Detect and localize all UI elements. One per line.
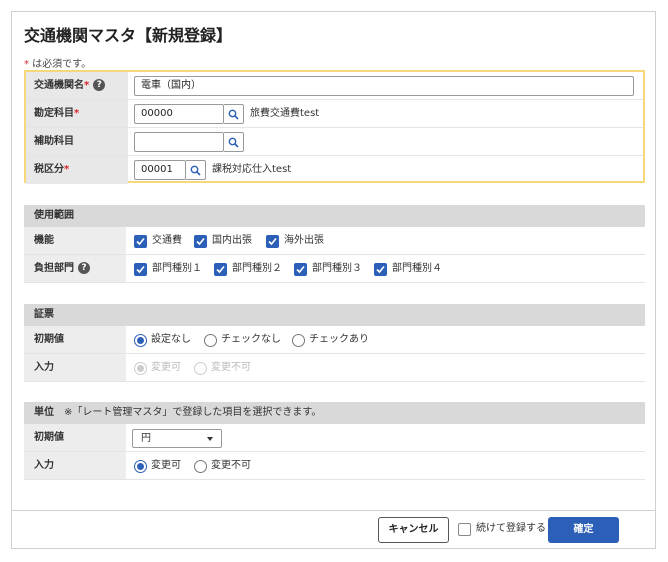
check-icon	[216, 265, 225, 273]
master-dialog: 交通機関マスタ【新規登録】 * は必須です。 交通機関名*? 電車（国内） 勘定…	[11, 11, 656, 549]
unit-select[interactable]: 円	[132, 429, 222, 448]
unit-section: 単位 ※「レート管理マスタ」で登録した項目を選択できます。 初期値 円 入力 変更…	[24, 402, 645, 482]
page-title: 交通機関マスタ【新規登録】	[24, 26, 233, 45]
unit-initial-label: 初期値	[24, 424, 126, 451]
confirm-button[interactable]: 確定	[548, 517, 619, 543]
check-icon	[196, 237, 205, 245]
usage-heading: 使用範囲	[24, 205, 645, 227]
voucher-heading: 証票	[24, 304, 645, 326]
tax-row: 税区分* 00001 課税対応仕入test	[26, 156, 643, 184]
department-label: 負担部門?	[24, 255, 126, 282]
unit-input-radio-1[interactable]: 変更可	[134, 459, 181, 473]
department-checkbox-4[interactable]: 部門種別４	[374, 262, 442, 276]
voucher-initial-radio-2[interactable]: チェックなし	[204, 333, 281, 347]
unit-input-row: 入力 変更可 変更不可	[24, 452, 645, 480]
tax-code-input[interactable]: 00001	[134, 160, 186, 180]
unit-initial-row: 初期値 円	[24, 424, 645, 452]
sub-account-label: 補助科目	[26, 128, 128, 155]
usage-section: 使用範囲 機能 交通費 国内出張 海外出張 負担部門? 部門種別１ 部門種別２ …	[24, 205, 645, 285]
continue-register-checkbox[interactable]: 続けて登録する	[458, 522, 546, 536]
function-label: 機能	[24, 227, 126, 254]
name-label: 交通機関名*?	[26, 72, 128, 99]
account-name: 旅費交通費test	[250, 108, 320, 119]
tax-label: 税区分*	[26, 156, 128, 184]
function-row: 機能 交通費 国内出張 海外出張	[24, 227, 645, 255]
sub-account-input[interactable]	[134, 132, 224, 152]
voucher-initial-radio-3[interactable]: チェックあり	[292, 333, 369, 347]
tax-search-button[interactable]	[186, 160, 206, 180]
voucher-input-label: 入力	[24, 354, 126, 381]
check-icon	[136, 265, 145, 273]
search-icon	[228, 137, 239, 148]
cancel-button[interactable]: キャンセル	[378, 517, 449, 543]
check-icon	[376, 265, 385, 273]
voucher-input-row: 入力 変更可 変更不可	[24, 354, 645, 382]
sub-account-row: 補助科目	[26, 128, 643, 156]
required-fields-block: 交通機関名*? 電車（国内） 勘定科目* 00000 旅費交通費test 補助科…	[24, 70, 645, 184]
name-input[interactable]: 電車（国内）	[134, 76, 634, 96]
unit-input-radio-2[interactable]: 変更不可	[194, 459, 251, 473]
footer: キャンセル 続けて登録する 確定	[12, 510, 655, 548]
account-label: 勘定科目*	[26, 100, 128, 127]
voucher-initial-row: 初期値 設定なし チェックなし チェックあり	[24, 326, 645, 354]
department-checkbox-2[interactable]: 部門種別２	[214, 262, 282, 276]
check-icon	[296, 265, 305, 273]
department-checkbox-3[interactable]: 部門種別３	[294, 262, 362, 276]
account-code-input[interactable]: 00000	[134, 104, 224, 124]
required-note: * は必須です。	[24, 55, 91, 70]
required-note-text: は必須です。	[29, 59, 92, 70]
name-row: 交通機関名*? 電車（国内）	[26, 72, 643, 100]
department-row: 負担部門? 部門種別１ 部門種別２ 部門種別３ 部門種別４	[24, 255, 645, 283]
voucher-input-radio-2[interactable]: 変更不可	[194, 361, 251, 375]
department-checkbox-1[interactable]: 部門種別１	[134, 262, 202, 276]
chevron-down-icon	[207, 437, 213, 441]
unit-heading: 単位 ※「レート管理マスタ」で登録した項目を選択できます。	[24, 402, 645, 424]
check-icon	[136, 237, 145, 245]
voucher-section: 証票 初期値 設定なし チェックなし チェックあり 入力 変更可 変更不可	[24, 304, 645, 384]
function-checkbox-2[interactable]: 国内出張	[194, 234, 252, 248]
voucher-initial-radio-1[interactable]: 設定なし	[134, 333, 191, 347]
help-icon[interactable]: ?	[93, 79, 106, 91]
tax-name: 課税対応仕入test	[212, 164, 292, 175]
function-checkbox-1[interactable]: 交通費	[134, 234, 182, 248]
unit-note: ※「レート管理マスタ」で登録した項目を選択できます。	[64, 407, 322, 418]
sub-account-search-button[interactable]	[224, 132, 244, 152]
function-checkbox-3[interactable]: 海外出張	[266, 234, 324, 248]
account-row: 勘定科目* 00000 旅費交通費test	[26, 100, 643, 128]
voucher-input-radio-1[interactable]: 変更可	[134, 361, 181, 375]
search-icon	[190, 165, 201, 176]
check-icon	[268, 237, 277, 245]
search-icon	[228, 109, 239, 120]
help-icon[interactable]: ?	[78, 262, 90, 274]
voucher-initial-label: 初期値	[24, 326, 126, 353]
account-search-button[interactable]	[224, 104, 244, 124]
unit-input-label: 入力	[24, 452, 126, 479]
